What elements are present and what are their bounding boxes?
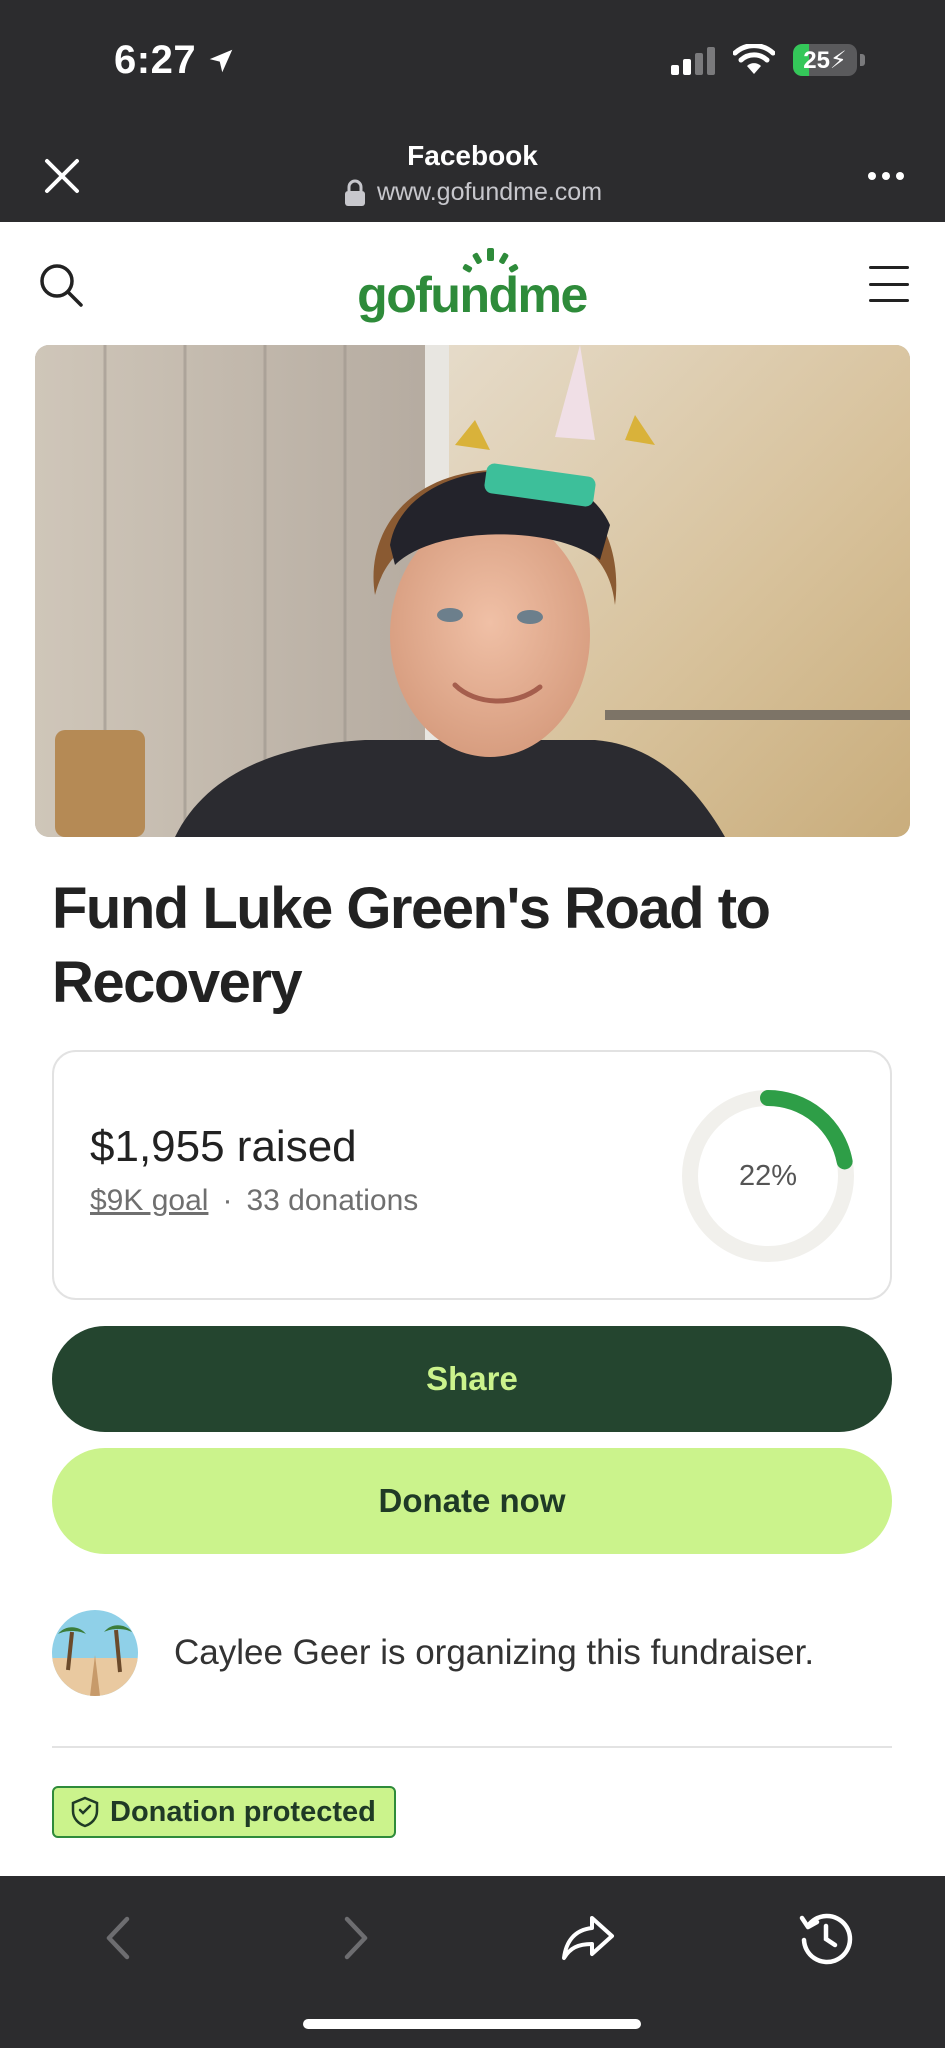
badge-label: Donation protected: [110, 1795, 376, 1828]
donation-count: 33 donations: [246, 1184, 419, 1217]
gofundme-logo[interactable]: gofundme: [350, 244, 595, 324]
status-time: 6:27: [114, 38, 236, 83]
donate-now-button[interactable]: Donate now: [52, 1448, 892, 1554]
section-divider: [52, 1746, 892, 1748]
status-time-text: 6:27: [114, 38, 197, 82]
history-clock-icon: [799, 1913, 853, 1965]
browser-title: Facebook: [407, 140, 538, 171]
chevron-right-icon: [344, 1916, 368, 1960]
chevron-left-icon: [106, 1916, 130, 1960]
progress-percent: 22%: [738, 1159, 798, 1192]
campaign-hero-image: [35, 345, 910, 837]
status-indicators: 25⚡: [671, 44, 865, 76]
more-options-button[interactable]: [861, 158, 911, 194]
organizer-text: Caylee Geer is organizing this fundraise…: [174, 1633, 815, 1672]
separator-dot: ·: [222, 1184, 233, 1217]
site-header: gofundme: [0, 222, 945, 344]
home-indicator: [303, 2019, 641, 2029]
organizer-row: Caylee Geer is organizing this fundraise…: [52, 1608, 892, 1698]
history-button[interactable]: [786, 1898, 866, 1978]
goal-and-donations: $9K goal · 33 donations: [90, 1184, 418, 1218]
logo-text: gofundme: [357, 267, 587, 323]
menu-line: [869, 299, 909, 302]
location-arrow-icon: [209, 49, 233, 72]
hero-photo: [35, 345, 910, 837]
more-dot: [896, 172, 904, 180]
battery-cap: [860, 54, 865, 66]
battery-indicator: 25⚡: [793, 44, 865, 76]
share-button[interactable]: Share: [52, 1326, 892, 1432]
battery-icon: 25⚡: [793, 44, 857, 76]
cellular-signal-icon: [671, 45, 715, 75]
goal-link[interactable]: $9K goal: [90, 1184, 208, 1218]
fundraising-progress-card: $1,955 raised $9K goal · 33 donations 22…: [52, 1050, 892, 1300]
shield-icon: [71, 1796, 99, 1828]
in-app-browser-header: Facebook www.gofundme.com: [0, 122, 945, 222]
forward-button[interactable]: [316, 1898, 396, 1978]
menu-line: [869, 282, 909, 286]
wifi-icon: [733, 44, 775, 74]
browser-toolbar: [0, 1876, 945, 2048]
status-bar: 6:27 25⚡: [0, 0, 945, 122]
battery-text: 25⚡: [803, 46, 847, 74]
menu-line: [869, 266, 909, 269]
hamburger-menu-icon[interactable]: [869, 266, 909, 302]
amount-raised: $1,955 raised: [90, 1122, 357, 1171]
share-arrow-icon: [562, 1916, 614, 1960]
back-button[interactable]: [78, 1898, 158, 1978]
more-dot: [882, 172, 890, 180]
lock-icon: [344, 179, 365, 206]
campaign-title: Fund Luke Green's Road to Recovery: [52, 876, 771, 1015]
donation-protected-badge[interactable]: Donation protected: [52, 1786, 396, 1838]
search-icon[interactable]: [38, 262, 84, 308]
organizer-avatar: [52, 1610, 138, 1696]
more-dot: [868, 172, 876, 180]
url-text: www.gofundme.com: [376, 178, 603, 206]
browser-url: www.gofundme.com: [0, 178, 945, 207]
share-page-button[interactable]: [548, 1898, 628, 1978]
